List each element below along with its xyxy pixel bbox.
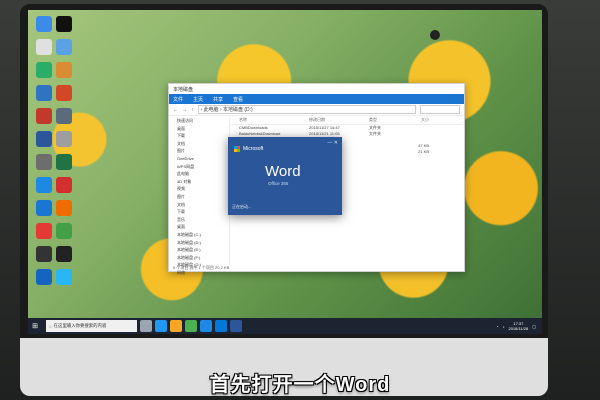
window-title: 本地磁盘 <box>173 86 194 93</box>
splash-window-controls[interactable]: — ✕ <box>327 140 338 146</box>
qq-icon[interactable] <box>56 16 72 32</box>
word-splash-screen: — ✕ Microsoft Word Office 365 正在启动... <box>228 137 342 215</box>
microsoft-logo-icon <box>234 146 240 152</box>
video-subtitle: 首先打开一个Word <box>209 374 391 396</box>
word-icon[interactable] <box>36 131 52 147</box>
taskbar: ⊞ ○ 在这里输入你要搜索的内容 ◔ ♪ 17:37 2018/11/28 ▢ <box>28 318 542 334</box>
app-red-icon[interactable] <box>36 108 52 124</box>
explorer-ribbon: 文件 主页 共享 查看 <box>169 94 464 104</box>
nav-item[interactable]: 快速访问 <box>169 117 229 125</box>
ie-icon[interactable] <box>36 177 52 193</box>
ribbon-tab-share[interactable]: 共享 <box>213 96 223 103</box>
nav-item[interactable]: WPS网盘 <box>169 163 229 171</box>
nav-item[interactable]: OneDrive <box>169 155 229 163</box>
ribbon-tab-view[interactable]: 查看 <box>233 96 243 103</box>
app-red2-icon[interactable] <box>36 223 52 239</box>
cloud-icon[interactable] <box>56 269 72 285</box>
notification-icon[interactable]: ▢ <box>532 324 536 329</box>
wechat-icon[interactable] <box>36 62 52 78</box>
volume-icon[interactable]: ♪ <box>502 324 504 329</box>
start-button[interactable]: ⊞ <box>28 318 42 334</box>
taskbar-app-icon[interactable] <box>155 320 167 332</box>
powerpoint-icon[interactable] <box>56 85 72 101</box>
settings-icon[interactable] <box>36 16 52 32</box>
app-orange-icon[interactable] <box>56 200 72 216</box>
app-blue-icon[interactable] <box>36 200 52 216</box>
nav-item[interactable]: 桌面 <box>169 125 229 133</box>
nav-item[interactable]: 3D 对象 <box>169 178 229 186</box>
document-icon[interactable] <box>36 39 52 55</box>
game-icon[interactable] <box>56 62 72 78</box>
nav-item[interactable]: 本地磁盘 (E:) <box>169 246 229 254</box>
nav-item[interactable]: 本地磁盘 (F:) <box>169 254 229 262</box>
ribbon-tab-home[interactable]: 主页 <box>193 96 203 103</box>
address-bar-row: ← → ↑ › 此电脑 › 本地磁盘 (D:) <box>169 104 464 116</box>
music-icon[interactable] <box>56 246 72 262</box>
cell-type <box>369 149 399 155</box>
splash-status: 正在启动... <box>232 204 252 209</box>
browser-icon[interactable] <box>56 131 72 147</box>
explorer-titlebar[interactable]: 本地磁盘 <box>169 84 464 94</box>
nav-item[interactable]: 图片 <box>169 147 229 155</box>
explorer-search-input[interactable] <box>420 105 460 114</box>
address-bar[interactable]: › 此电脑 › 本地磁盘 (D:) <box>197 105 416 114</box>
system-tray: ◔ ♪ 17:37 2018/11/28 ▢ <box>496 321 542 331</box>
taskbar-apps <box>137 320 242 332</box>
column-name[interactable]: 名称 <box>231 117 309 124</box>
webcam-icon <box>430 30 440 40</box>
back-arrow-icon[interactable]: ← <box>173 107 178 113</box>
desktop-screen: 本地磁盘 文件 主页 共享 查看 ← → ↑ › 此电脑 › 本地磁盘 (D:)… <box>28 10 542 334</box>
network-icon[interactable]: ◔ <box>496 324 498 329</box>
clock-date: 2018/11/28 <box>508 326 529 331</box>
taskbar-app-icon[interactable] <box>185 320 197 332</box>
wps-icon[interactable] <box>56 177 72 193</box>
navigation-pane: 快速访问 桌面 下载 文档 图片 OneDrive WPS网盘 此电脑 3D 对象 视频 图片 文档下… <box>169 117 230 275</box>
app-green-icon[interactable] <box>56 223 72 239</box>
search-placeholder: 在这里输入你要搜索的内容 <box>53 323 107 328</box>
nav-item[interactable]: 桌面 <box>169 223 229 231</box>
splash-title: Word <box>265 163 301 180</box>
camera-icon[interactable] <box>36 246 52 262</box>
nav-item[interactable]: 下载 <box>169 208 229 216</box>
nav-item[interactable]: 下载 <box>169 132 229 140</box>
taskbar-search-box[interactable]: ○ 在这里输入你要搜索的内容 <box>46 320 137 332</box>
nav-item[interactable]: 本地磁盘 (D:) <box>169 239 229 247</box>
status-bar: 5 个项目 选中 1 个项目 20.2 KB <box>173 265 230 270</box>
nav-item[interactable]: 文档 <box>169 140 229 148</box>
taskbar-app-icon[interactable] <box>215 320 227 332</box>
ribbon-tab-file[interactable]: 文件 <box>173 96 183 103</box>
nav-item[interactable]: 音乐 <box>169 216 229 224</box>
splash-subtitle: Office 365 <box>268 181 289 186</box>
taskbar-app-icon[interactable] <box>200 320 212 332</box>
network-icon[interactable] <box>56 39 72 55</box>
search-app-icon[interactable] <box>56 108 72 124</box>
nav-item[interactable]: 视频 <box>169 185 229 193</box>
nav-item[interactable]: 文档 <box>169 201 229 209</box>
address-path: › 此电脑 › 本地磁盘 (D:) <box>200 107 253 113</box>
column-date[interactable]: 修改日期 <box>309 117 369 124</box>
file-list-header: 名称 修改日期 类型 大小 <box>231 117 462 125</box>
clock[interactable]: 17:37 2018/11/28 <box>508 321 528 331</box>
taskbar-app-icon[interactable] <box>230 320 242 332</box>
column-size[interactable]: 大小 <box>399 117 429 124</box>
taskbar-app-icon[interactable] <box>170 320 182 332</box>
cell-size: 21 KB <box>418 149 429 154</box>
search-icon: ○ <box>49 323 52 329</box>
nav-item[interactable]: 此电脑 <box>169 170 229 178</box>
microsoft-brand: Microsoft <box>234 146 263 152</box>
column-type[interactable]: 类型 <box>369 117 399 124</box>
control-panel-icon[interactable] <box>36 85 52 101</box>
shield-icon[interactable] <box>36 269 52 285</box>
media-icon[interactable] <box>36 154 52 170</box>
up-arrow-icon[interactable]: ↑ <box>191 107 194 113</box>
taskbar-app-icon[interactable] <box>140 320 152 332</box>
nav-item[interactable]: 本地磁盘 (C:) <box>169 231 229 239</box>
nav-item[interactable]: 图片 <box>169 193 229 201</box>
brand-text: Microsoft <box>243 146 264 152</box>
forward-arrow-icon[interactable]: → <box>182 107 187 113</box>
excel-icon[interactable] <box>56 154 72 170</box>
